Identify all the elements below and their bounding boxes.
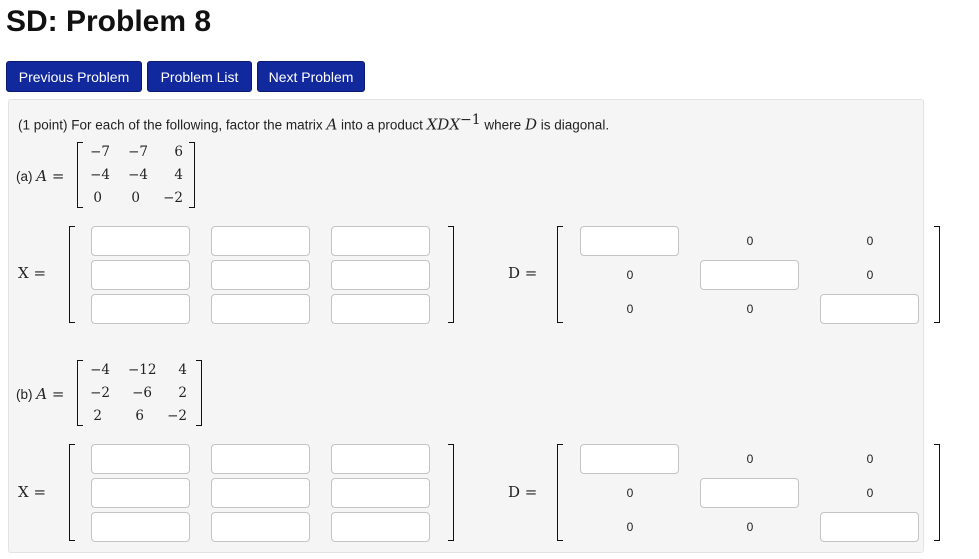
d-bracket-right: [934, 444, 940, 541]
matrix-a-cell: −2: [163, 190, 183, 206]
d-zero-entry: 0: [626, 520, 634, 534]
matrix-a-cell: −2: [90, 385, 110, 401]
d-diagonal-input[interactable]: [700, 478, 799, 508]
matrix-a-cell: 0: [131, 190, 140, 206]
d-diagonal-input[interactable]: [580, 226, 679, 256]
matrix-a-cell: 6: [135, 408, 144, 424]
x-entry-input[interactable]: [331, 226, 430, 256]
x-entry-input[interactable]: [91, 226, 190, 256]
matrix-a-cell: −4: [90, 362, 110, 378]
matrix-a-cell: −4: [90, 167, 110, 183]
x-entry-input[interactable]: [91, 444, 190, 474]
x-entry-input[interactable]: [91, 512, 190, 542]
matrix-bracket-right: [196, 360, 202, 426]
matrix-a-symbol: A =: [36, 167, 65, 185]
d-zero-entry: 0: [746, 452, 754, 466]
x-bracket-right: [448, 226, 454, 323]
matrix-a-cell: −12: [128, 362, 157, 378]
matrix-symbol: A: [326, 115, 338, 134]
statement-text: into a product: [341, 117, 423, 133]
matrix-a-cell: −7: [90, 144, 110, 160]
d-zero-entry: 0: [626, 486, 634, 500]
product-expression: XDX: [426, 115, 461, 134]
matrix-a-symbol: A =: [36, 385, 65, 403]
statement-text: where: [484, 117, 522, 133]
x-entry-input[interactable]: [331, 478, 430, 508]
x-entry-input[interactable]: [211, 512, 310, 542]
problem-statement: (1 point) For each of the following, fac…: [18, 110, 609, 136]
part-label-text: (a): [16, 169, 33, 184]
x-entry-input[interactable]: [211, 478, 310, 508]
part-b-label: (b) A =: [16, 384, 64, 405]
problem-list-button[interactable]: Problem List: [147, 61, 252, 92]
matrix-a-cell: 0: [93, 190, 102, 206]
x-entry-input[interactable]: [331, 260, 430, 290]
d-diagonal-input[interactable]: [700, 260, 799, 290]
x-entry-input[interactable]: [91, 478, 190, 508]
d-diagonal-input[interactable]: [580, 444, 679, 474]
d-zero-entry: 0: [866, 234, 874, 248]
x-entry-input[interactable]: [91, 260, 190, 290]
x-bracket-right: [448, 444, 454, 541]
x-entry-input[interactable]: [91, 294, 190, 324]
d-zero-entry: 0: [746, 234, 754, 248]
d-zero-entry: 0: [626, 268, 634, 282]
inverse-exponent: −1: [460, 112, 481, 128]
x-entry-input[interactable]: [211, 226, 310, 256]
d-matrix-label: D =: [508, 264, 538, 282]
page-title: SD: Problem 8: [6, 5, 212, 38]
previous-problem-button[interactable]: Previous Problem: [6, 61, 142, 92]
d-zero-entry: 0: [746, 302, 754, 316]
matrix-a-cell: −7: [128, 144, 148, 160]
matrix-a-cell: 4: [178, 362, 187, 378]
matrix-a-cell: −6: [132, 385, 152, 401]
d-zero-entry: 0: [626, 302, 634, 316]
next-problem-button[interactable]: Next Problem: [257, 61, 365, 92]
d-zero-entry: 0: [746, 520, 754, 534]
x-entry-input[interactable]: [331, 444, 430, 474]
d-bracket-right: [934, 226, 940, 323]
matrix-bracket-right: [189, 142, 195, 208]
part-label-text: (b): [16, 387, 33, 402]
diagonal-symbol: D: [524, 115, 537, 134]
statement-text: is diagonal.: [540, 117, 610, 133]
d-diagonal-input[interactable]: [820, 294, 919, 324]
d-zero-entry: 0: [866, 452, 874, 466]
d-bracket-left: [557, 444, 563, 541]
d-zero-entry: 0: [866, 486, 874, 500]
part-a-label: (a) A =: [16, 166, 64, 187]
x-entry-input[interactable]: [211, 260, 310, 290]
x-matrix-label: X =: [18, 483, 47, 501]
x-matrix-label: X =: [18, 264, 47, 282]
matrix-a-cell: 6: [174, 144, 183, 160]
x-entry-input[interactable]: [211, 444, 310, 474]
x-bracket-left: [69, 226, 75, 323]
d-matrix-label: D =: [508, 483, 538, 501]
x-bracket-left: [69, 444, 75, 541]
x-entry-input[interactable]: [331, 294, 430, 324]
d-diagonal-input[interactable]: [820, 512, 919, 542]
matrix-a-cell: 4: [174, 167, 183, 183]
d-zero-entry: 0: [866, 268, 874, 282]
matrix-a-cell: −2: [167, 408, 187, 424]
matrix-a-cell: 2: [93, 408, 102, 424]
x-entry-input[interactable]: [211, 294, 310, 324]
point-value: (1 point): [18, 117, 68, 133]
matrix-a-cell: 2: [178, 385, 187, 401]
matrix-a-cell: −4: [128, 167, 148, 183]
x-entry-input[interactable]: [331, 512, 430, 542]
d-bracket-left: [557, 226, 563, 323]
statement-text: For each of the following, factor the ma…: [71, 117, 323, 133]
